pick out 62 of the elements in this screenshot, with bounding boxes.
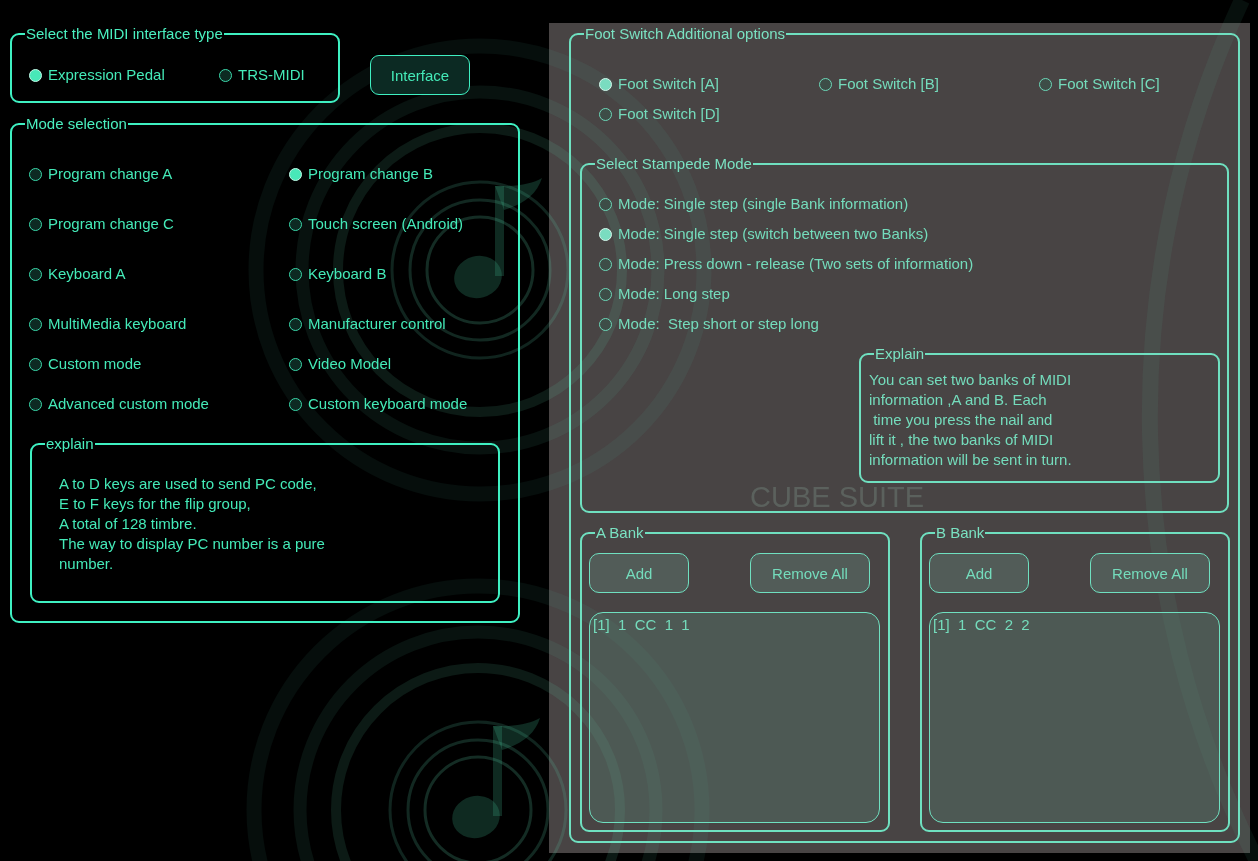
group-title: Select the MIDI interface type [25,25,224,43]
radio-button[interactable] [29,357,42,371]
group-title: explain [45,435,95,453]
group-title: Mode selection [25,115,128,133]
interface-button[interactable]: Interface [370,55,470,95]
radio-button[interactable] [819,77,832,91]
group-title: Select Stampede Mode [595,155,753,173]
radio-button[interactable] [289,217,302,231]
radio-button[interactable] [599,197,612,211]
radio-label[interactable]: Foot Switch [C] [1058,74,1160,94]
radio-label[interactable]: Mode: Single step (switch between two Banks) [618,224,929,244]
radio-button[interactable] [289,267,302,281]
radio-button[interactable] [1039,77,1052,91]
radio-label[interactable]: Keyboard B [308,264,387,284]
radio-button[interactable] [29,397,42,411]
radio-button[interactable] [599,107,612,121]
radio-label[interactable]: Touch screen (Android) [308,214,464,234]
radio-label[interactable]: Keyboard A [48,264,126,284]
remove-all-button[interactable]: Remove All [750,553,870,593]
radio-label[interactable]: Program change C [48,214,174,234]
radio-label[interactable]: Foot Switch [D] [618,104,720,124]
radio-label[interactable]: Foot Switch [B] [838,74,939,94]
radio-label[interactable]: Mode: Long step [618,284,730,304]
radio-label[interactable]: Custom mode [48,354,142,374]
music-note-icon [388,718,568,861]
list-entry[interactable]: [1] 1 CC 1 1 [593,616,690,634]
radio-label[interactable]: Expression Pedal [48,65,165,85]
radio-button[interactable] [219,68,232,82]
group-title: B Bank [935,524,986,542]
radio-label[interactable]: Mode: Step short or step long [618,314,819,334]
radio-label[interactable]: Mode: Press down - release (Two sets of information) [618,254,974,274]
radio-button[interactable] [29,267,42,281]
group-title: Explain [874,345,926,363]
group-title: Foot Switch Additional options [584,25,787,43]
radio-button[interactable] [599,287,612,301]
add-button[interactable]: Add [589,553,689,593]
radio-label[interactable]: Foot Switch [A] [618,74,719,94]
list-box[interactable]: [1] 1 CC 1 1 [589,612,880,823]
radio-label[interactable]: MultiMedia keyboard [48,314,187,334]
radio-button[interactable] [29,317,42,331]
add-button[interactable]: Add [929,553,1029,593]
radio-label[interactable]: Program change A [48,164,173,184]
explain-text: You can set two banks of MIDI information ,A and B. Each time you press the nail and lift it , the two banks of MIDI information will be sent in turn. [869,370,1072,470]
radio-label[interactable]: Advanced custom mode [48,394,209,414]
radio-button[interactable] [289,357,302,371]
radio-label[interactable]: Custom keyboard mode [308,394,468,414]
radio-label[interactable]: Video Model [308,354,392,374]
radio-button[interactable] [599,257,612,271]
radio-button[interactable] [289,317,302,331]
group-title: A Bank [595,524,645,542]
remove-all-button[interactable]: Remove All [1090,553,1210,593]
radio-label[interactable]: Mode: Single step (single Bank information) [618,194,909,214]
list-entry[interactable]: [1] 1 CC 2 2 [933,616,1030,634]
radio-label[interactable]: TRS-MIDI [238,65,305,85]
list-box[interactable]: [1] 1 CC 2 2 [929,612,1220,823]
radio-button[interactable] [599,317,612,331]
radio-button[interactable] [289,397,302,411]
explain-text: A to D keys are used to send PC code, E to F keys for the flip group, A total of 128 timbre. The way to display PC number is a pure number. [59,474,325,574]
radio-label[interactable]: Manufacturer control [308,314,446,334]
radio-label[interactable]: Program change B [308,164,434,184]
radio-button[interactable] [29,217,42,231]
radio-button[interactable] [29,167,42,181]
